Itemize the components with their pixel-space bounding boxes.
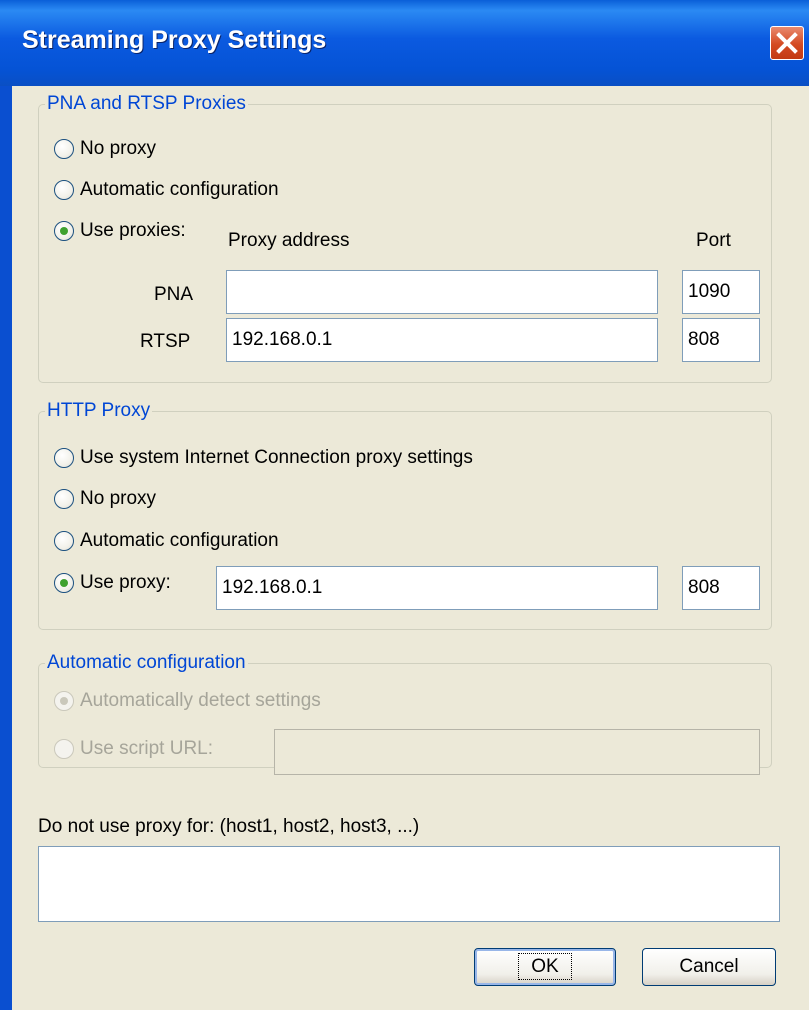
script-url-radio[interactable]: Use script URL: (54, 738, 213, 760)
radio-icon (54, 531, 74, 551)
radio-selected-icon (54, 573, 74, 593)
http-proxy-port-input[interactable] (682, 566, 760, 610)
pna-rtsp-legend: PNA and RTSP Proxies (47, 93, 246, 114)
radio-icon (54, 739, 74, 759)
window-title: Streaming Proxy Settings (22, 26, 327, 54)
pna-no-proxy-radio[interactable]: No proxy (54, 138, 156, 160)
http-auto-config-radio[interactable]: Automatic configuration (54, 530, 279, 552)
radio-selected-icon (54, 691, 74, 711)
rtsp-address-input[interactable] (226, 318, 658, 362)
radio-selected-icon (54, 221, 74, 241)
http-system-settings-radio[interactable]: Use system Internet Connection proxy set… (54, 447, 473, 469)
pna-address-input[interactable] (226, 270, 658, 314)
pna-port-input[interactable] (682, 270, 760, 314)
bypass-list-input[interactable] (38, 846, 780, 922)
pna-use-proxies-radio[interactable]: Use proxies: (54, 220, 186, 242)
bypass-label: Do not use proxy for: (host1, host2, hos… (38, 816, 420, 837)
cancel-button[interactable]: Cancel (642, 948, 776, 986)
ok-button[interactable]: OK (474, 948, 616, 986)
radio-icon (54, 139, 74, 159)
auto-detect-radio[interactable]: Automatically detect settings (54, 690, 321, 712)
http-proxy-address-input[interactable] (216, 566, 658, 610)
rtsp-label: RTSP (140, 331, 191, 352)
ok-button-label: OK (518, 953, 572, 980)
auto-config-legend: Automatic configuration (47, 652, 246, 673)
cancel-button-label: Cancel (679, 956, 739, 977)
title-bar[interactable]: Streaming Proxy Settings (0, 0, 809, 86)
http-use-proxy-radio[interactable]: Use proxy: (54, 572, 171, 594)
proxy-address-header: Proxy address (228, 230, 350, 251)
radio-icon (54, 180, 74, 200)
window-frame-left (0, 86, 12, 1010)
radio-icon (54, 448, 74, 468)
http-proxy-legend: HTTP Proxy (47, 400, 151, 421)
rtsp-port-input[interactable] (682, 318, 760, 362)
port-header: Port (696, 230, 731, 251)
radio-icon (54, 489, 74, 509)
close-button[interactable] (770, 26, 804, 60)
close-icon (776, 32, 798, 54)
script-url-input[interactable] (274, 729, 760, 775)
pna-auto-config-radio[interactable]: Automatic configuration (54, 179, 279, 201)
http-no-proxy-radio[interactable]: No proxy (54, 488, 156, 510)
pna-label: PNA (154, 284, 194, 305)
dialog-body: PNA and RTSP Proxies No proxy Automatic … (12, 86, 809, 1010)
